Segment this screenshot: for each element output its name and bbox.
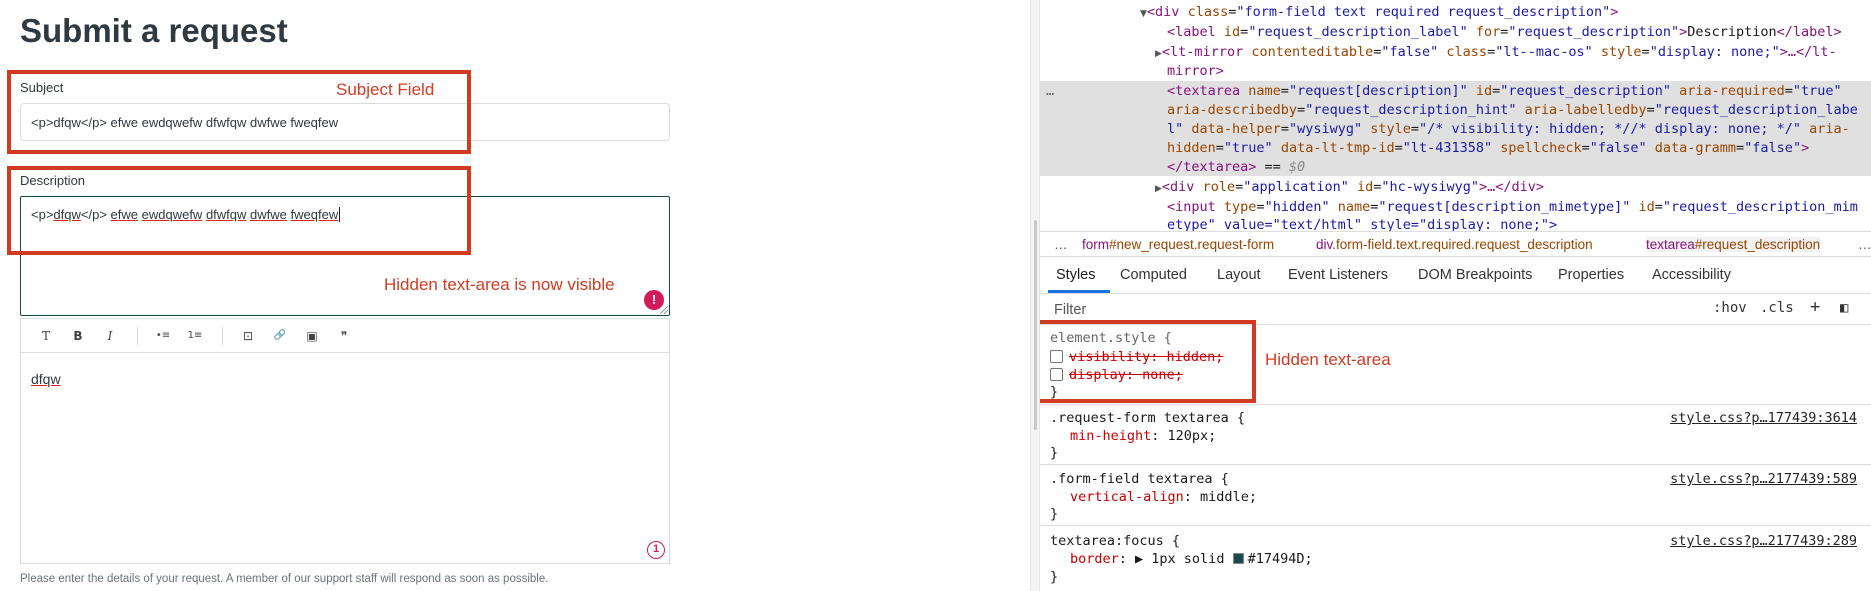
bold-button[interactable]: B (68, 327, 88, 345)
breadcrumb-end[interactable]: … (1858, 237, 1871, 252)
hidden-visible-annotation: Hidden text-area is now visible (384, 275, 615, 294)
tab-accessibility[interactable]: Accessibility (1652, 267, 1731, 283)
rule-selector: .request-form textarea { (1050, 410, 1246, 426)
rule-prop-min-height[interactable]: min-height: 120px; (1070, 428, 1216, 444)
italic-button[interactable]: I (100, 327, 120, 345)
dom-node-textarea-attrs: aria-describedby="request_description_hi… (1167, 102, 1858, 118)
tab-properties[interactable]: Properties (1558, 267, 1624, 283)
rule-prop-vertical-align[interactable]: vertical-align: middle; (1070, 489, 1257, 505)
resize-grip-icon[interactable] (660, 306, 668, 314)
quote-button[interactable]: ❞ (334, 327, 354, 345)
breadcrumb-form[interactable]: form#new_request.request-form (1082, 237, 1274, 252)
rule-close: } (1050, 445, 1059, 461)
rule-selector: textarea:focus { (1050, 533, 1181, 549)
rule-selector: .form-field textarea { (1050, 471, 1229, 487)
rule-source-link[interactable]: style.css?p…2177439:589 (1670, 471, 1857, 487)
dom-node-label[interactable]: <label id="request_description_label" fo… (1167, 24, 1842, 40)
color-swatch[interactable] (1232, 553, 1244, 564)
node-actions-icon[interactable]: … (1046, 83, 1054, 99)
tab-event-listeners[interactable]: Event Listeners (1288, 267, 1388, 283)
description-annotation-box (7, 166, 471, 255)
rule-textarea-focus: textarea:focus { style.css?p…2177439:289… (1040, 527, 1871, 591)
dom-node-textarea-attrs: l" data-helper="wysiwyg" style="/* visib… (1167, 121, 1850, 137)
rule-prop-border[interactable]: border: ▶ 1px solid #17494D; (1070, 551, 1313, 567)
dom-node-hc-wysiwyg[interactable]: ▶<div role="application" id="hc-wysiwyg"… (1155, 179, 1544, 195)
dom-node-div[interactable]: ▼<div class="form-field text required re… (1140, 4, 1618, 20)
description-hint: Please enter the details of your request… (20, 573, 549, 585)
rule-source-link[interactable]: style.css?p…177439:3614 (1670, 410, 1857, 426)
styles-filter-input[interactable]: Filter (1054, 302, 1086, 318)
breadcrumb-textarea[interactable]: textarea#request_description (1646, 237, 1821, 252)
issue-counter-icon[interactable]: 1 (647, 541, 665, 559)
tab-computed[interactable]: Computed (1120, 267, 1187, 283)
numbered-list-button[interactable]: 1≡ (185, 327, 205, 345)
rule-source-link[interactable]: style.css?p…2177439:289 (1670, 533, 1857, 549)
active-tab-indicator (1048, 290, 1110, 293)
rule-request-form-textarea: .request-form textarea { style.css?p…177… (1040, 406, 1871, 465)
wysiwyg-editor[interactable]: T B I •≡ 1≡ ⊡ 🔗 ▣ ❞ dfqw 1 (20, 318, 670, 564)
dom-breadcrumbs: … form#new_request.request-form div.form… (1040, 231, 1871, 257)
dom-node-lt-mirror[interactable]: ▶<lt-mirror contenteditable="false" clas… (1155, 44, 1837, 60)
panel-divider[interactable] (1030, 0, 1040, 591)
tab-layout[interactable]: Layout (1217, 267, 1261, 283)
image-button[interactable]: ▣ (302, 327, 322, 345)
editor-content[interactable]: dfqw (31, 371, 61, 387)
hidden-textarea-annotation-box (1040, 320, 1256, 403)
add-rule-icon[interactable]: + (1810, 297, 1820, 317)
tab-dom-breakpoints[interactable]: DOM Breakpoints (1418, 267, 1532, 283)
editor-toolbar: T B I •≡ 1≡ ⊡ 🔗 ▣ ❞ (21, 319, 669, 353)
rule-close: } (1050, 506, 1059, 522)
hidden-textarea-annotation: Hidden text-area (1265, 350, 1391, 369)
sidebar-toggle-icon[interactable]: ◧ (1840, 300, 1848, 316)
styles-tabbar: Styles Computed Layout Event Listeners D… (1040, 258, 1871, 294)
text-style-button[interactable]: T (36, 327, 56, 345)
subject-annotation-label: Subject Field (336, 80, 435, 99)
tab-styles[interactable]: Styles (1056, 267, 1096, 283)
devtools-panel: ▼<div class="form-field text required re… (1040, 0, 1871, 591)
request-form-panel: Submit a request Subject <p>dfqw</p> efw… (0, 0, 1030, 591)
breadcrumb-more[interactable]: … (1054, 237, 1068, 252)
toolbar-divider (222, 327, 223, 345)
class-toggle[interactable]: .cls (1760, 300, 1794, 316)
page-title: Submit a request (20, 12, 288, 49)
dom-node-textarea-close: </textarea> == $0 (1167, 159, 1306, 175)
expand-triangle-icon[interactable]: ▶ (1155, 184, 1162, 194)
dom-node-input-hidden[interactable]: <input type="hidden" name="request[descr… (1167, 199, 1858, 215)
collapse-triangle-icon[interactable]: ▼ (1140, 9, 1147, 19)
hover-state-toggle[interactable]: :hov (1713, 300, 1747, 316)
link-button[interactable]: 🔗 (270, 327, 290, 345)
dom-node-textarea-attrs: hidden="true" data-lt-tmp-id="lt-431358"… (1167, 140, 1810, 156)
bullet-list-button[interactable]: •≡ (153, 327, 173, 345)
code-block-button[interactable]: ⊡ (238, 327, 258, 345)
dom-node-textarea[interactable]: <textarea name="request[description]" id… (1167, 83, 1842, 99)
expand-triangle-icon[interactable]: ▶ (1155, 49, 1162, 59)
rule-close: } (1050, 569, 1059, 585)
toolbar-divider (137, 327, 138, 345)
resize-handle[interactable] (1034, 220, 1037, 430)
rule-form-field-textarea: .form-field textarea { style.css?p…21774… (1040, 466, 1871, 526)
editor-text: dfqw (31, 371, 61, 387)
dom-node-lt-mirror-close: mirror> (1167, 63, 1224, 79)
breadcrumb-div[interactable]: div.form-field.text.required.request_des… (1316, 237, 1593, 252)
